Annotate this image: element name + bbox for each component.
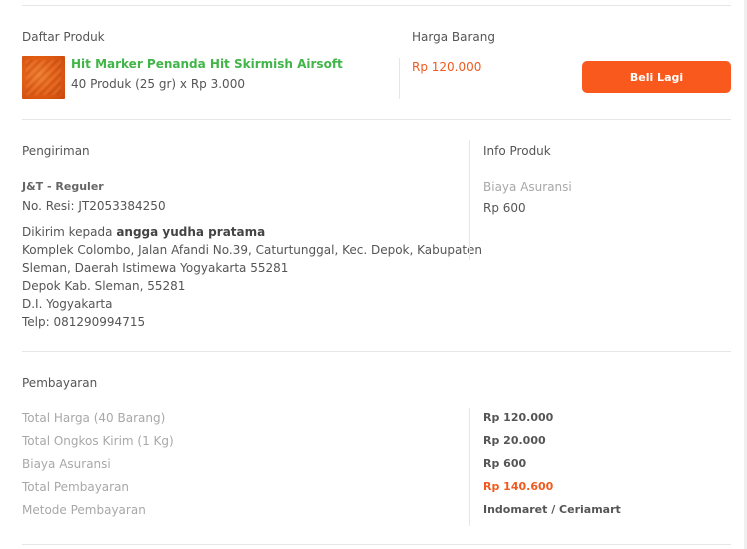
- shipping-header: Pengiriman: [22, 144, 90, 158]
- resi-number: No. Resi: JT2053384250: [22, 199, 166, 213]
- payment-label-method: Metode Pembayaran: [22, 503, 146, 517]
- payment-label-total-payment: Total Pembayaran: [22, 480, 130, 494]
- product-price: Rp 120.000: [412, 60, 482, 74]
- phone-number: Telp: 081290994715: [22, 315, 146, 329]
- courier-service: J&T - Reguler: [22, 180, 104, 193]
- bottom-divider: [22, 544, 731, 545]
- sent-to-prefix: Dikirim kepada: [22, 225, 113, 239]
- product-thumbnail[interactable]: [22, 56, 65, 99]
- product-qty-line: 40 Produk (25 gr) x Rp 3.000: [71, 77, 245, 91]
- recipient-line: Dikirim kepada angga yudha pratama: [22, 225, 265, 239]
- recipient-name: angga yudha pratama: [116, 225, 266, 239]
- payment-value-total-payment: Rp 140.600: [483, 480, 554, 493]
- address-line-3: Depok Kab. Sleman, 55281: [22, 279, 186, 293]
- payment-value-total-price: Rp 120.000: [483, 411, 554, 424]
- address-line-2: Sleman, Daerah Istimewa Yogyakarta 55281: [22, 261, 289, 275]
- product-name-link[interactable]: Hit Marker Penanda Hit Skirmish Airsoft: [71, 57, 343, 71]
- insurance-value: Rp 600: [483, 201, 526, 215]
- buy-again-button[interactable]: Beli Lagi: [582, 61, 731, 93]
- payment-divider: [469, 408, 470, 526]
- products-divider: [22, 119, 731, 120]
- address-line-1: Komplek Colombo, Jalan Afandi No.39, Cat…: [22, 243, 483, 257]
- payment-label-shipping-cost: Total Ongkos Kirim (1 Kg): [22, 434, 174, 448]
- address-line-4: D.I. Yogyakarta: [22, 297, 113, 311]
- products-header: Daftar Produk: [22, 30, 105, 44]
- product-price-divider: [399, 58, 400, 99]
- top-divider: [22, 5, 731, 6]
- payment-header: Pembayaran: [22, 376, 98, 390]
- price-header: Harga Barang: [412, 30, 495, 44]
- payment-value-insurance: Rp 600: [483, 457, 527, 470]
- insurance-label: Biaya Asuransi: [483, 180, 572, 194]
- payment-value-shipping-cost: Rp 20.000: [483, 434, 546, 447]
- shipping-info-divider: [469, 140, 470, 260]
- shipping-divider: [22, 351, 731, 352]
- payment-value-method: Indomaret / Ceriamart: [483, 503, 621, 516]
- payment-label-total-price: Total Harga (40 Barang): [22, 411, 166, 425]
- product-info-header: Info Produk: [483, 144, 551, 158]
- payment-label-insurance: Biaya Asuransi: [22, 457, 111, 471]
